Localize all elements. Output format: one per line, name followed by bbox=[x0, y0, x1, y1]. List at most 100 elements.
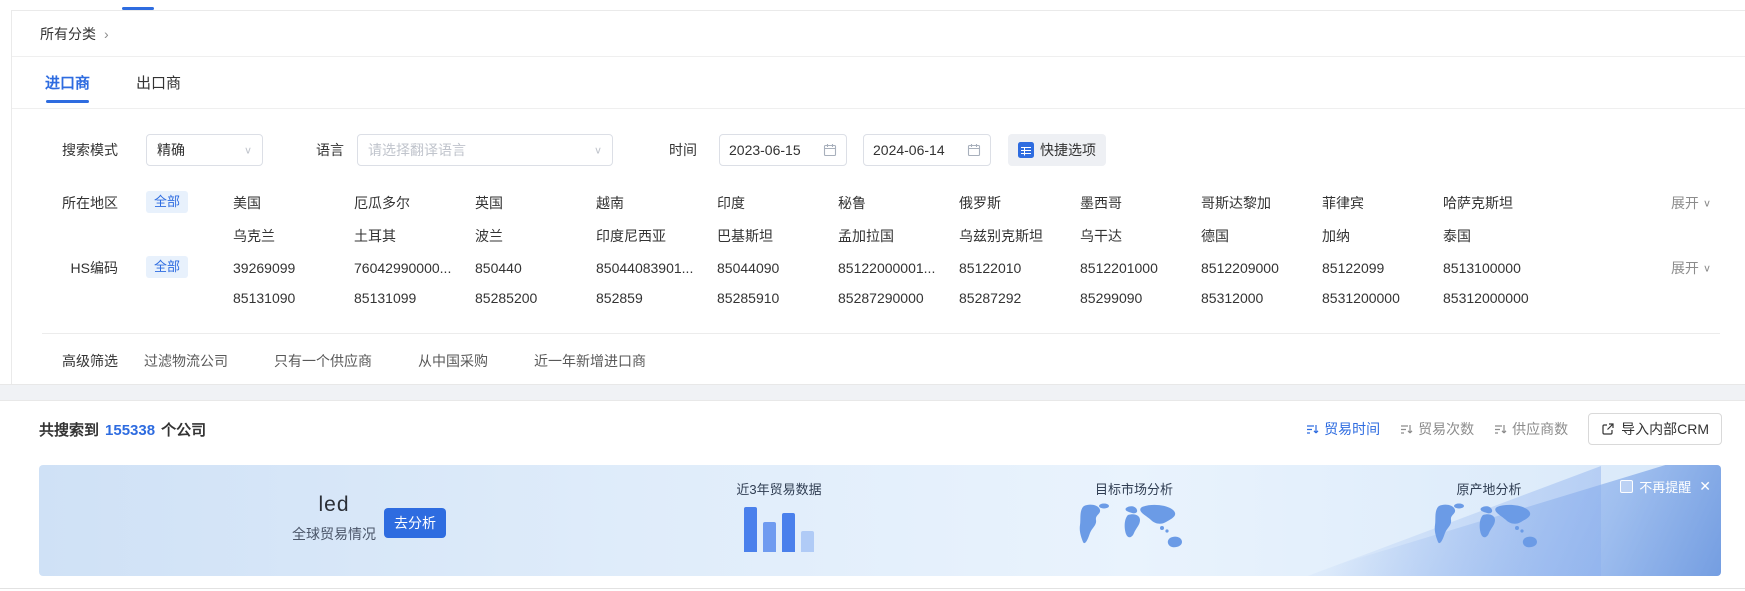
import-crm-button[interactable]: 导入内部CRM bbox=[1588, 413, 1722, 445]
banner-item-target-market-title: 目标市场分析 bbox=[1039, 479, 1229, 498]
region-option[interactable]: 秘鲁 bbox=[838, 193, 959, 213]
top-tab-strip bbox=[0, 0, 1745, 10]
analyze-button[interactable]: 去分析 bbox=[384, 508, 446, 538]
sort-icon bbox=[1306, 423, 1319, 436]
section-gap bbox=[0, 384, 1745, 401]
region-option[interactable]: 加纳 bbox=[1322, 226, 1443, 246]
region-option[interactable]: 印度 bbox=[717, 193, 838, 213]
language-placeholder: 请选择翻译语言 bbox=[368, 140, 466, 160]
region-option[interactable]: 土耳其 bbox=[354, 226, 475, 246]
advanced-filter-row: 高级筛选 过滤物流公司只有一个供应商从中国采购近一年新增进口商 bbox=[12, 347, 1745, 375]
quick-options-button[interactable]: 快捷选项 bbox=[1008, 134, 1106, 166]
import-crm-label: 导入内部CRM bbox=[1621, 419, 1709, 439]
region-all-badge[interactable]: 全部 bbox=[146, 191, 188, 213]
region-option[interactable]: 英国 bbox=[475, 193, 596, 213]
advanced-filter-options: 过滤物流公司 只有一个供应商 从中国采购 近一年新增进口商 bbox=[144, 351, 646, 371]
region-option[interactable]: 乌干达 bbox=[1080, 226, 1201, 246]
sort-trade-time[interactable]: 贸易时间 bbox=[1306, 419, 1380, 439]
hs-code-option[interactable]: 85044090 bbox=[717, 258, 838, 278]
region-option[interactable]: 厄瓜多尔 bbox=[354, 193, 475, 213]
banner-item-origin: 原产地分析 bbox=[1394, 479, 1584, 557]
advanced-filter-option[interactable]: 过滤物流公司 bbox=[144, 351, 228, 371]
hs-code-option[interactable]: 85131090 bbox=[233, 288, 354, 308]
search-mode-label: 搜索模式 bbox=[62, 140, 118, 160]
hs-code-option[interactable]: 85312000000 bbox=[1443, 288, 1564, 308]
hs-code-expand-button[interactable]: 展开 ∨ bbox=[1671, 258, 1711, 278]
region-option[interactable]: 巴基斯坦 bbox=[717, 226, 838, 246]
results-count-number: 155338 bbox=[105, 422, 155, 439]
region-option[interactable]: 俄罗斯 bbox=[959, 193, 1080, 213]
region-expand-button[interactable]: 展开 ∨ bbox=[1671, 193, 1711, 213]
hs-code-option[interactable]: 85299090 bbox=[1080, 288, 1201, 308]
hs-code-option[interactable]: 8512201000 bbox=[1080, 258, 1201, 278]
hs-code-row-1: 3926909976042990000...85044085044083901.… bbox=[233, 258, 1564, 278]
hs-code-option[interactable]: 85122010 bbox=[959, 258, 1080, 278]
hs-code-option[interactable]: 39269099 bbox=[233, 258, 354, 278]
hs-code-option[interactable]: 85122099 bbox=[1322, 258, 1443, 278]
hs-code-option[interactable]: 85287290000 bbox=[838, 288, 959, 308]
advanced-filter-option[interactable]: 从中国采购 bbox=[418, 351, 488, 371]
tab-bar: 进口商 出口商 bbox=[12, 57, 1745, 109]
calendar-icon bbox=[823, 143, 837, 157]
sort-icon bbox=[1400, 423, 1413, 436]
chevron-right-icon: › bbox=[104, 26, 109, 42]
search-mode-value: 精确 bbox=[157, 140, 185, 160]
region-option[interactable]: 乌克兰 bbox=[233, 226, 354, 246]
advanced-filter-option[interactable]: 只有一个供应商 bbox=[274, 351, 372, 371]
hs-code-option[interactable]: 8513100000 bbox=[1443, 258, 1564, 278]
hs-code-option[interactable]: 85131099 bbox=[354, 288, 475, 308]
region-option[interactable]: 乌兹别克斯坦 bbox=[959, 226, 1080, 246]
time-label: 时间 bbox=[669, 140, 697, 160]
search-form-row: 搜索模式 精确 ∨ 语言 请选择翻译语言 ∨ 时间 2023-06-15 202… bbox=[12, 133, 1745, 167]
hs-code-option[interactable]: 85122000001... bbox=[838, 258, 959, 278]
close-icon[interactable]: ✕ bbox=[1699, 478, 1711, 495]
results-toolbar: 贸易时间 贸易次数 供应商数 导入内部CRM bbox=[1306, 413, 1722, 445]
hs-code-option[interactable]: 8512209000 bbox=[1201, 258, 1322, 278]
banner-item-target-market: 目标市场分析 bbox=[1039, 479, 1229, 557]
bottom-divider bbox=[0, 588, 1745, 589]
hs-code-option[interactable]: 85287292 bbox=[959, 288, 1080, 308]
hs-code-option[interactable]: 85285910 bbox=[717, 288, 838, 308]
banner-item-trade-data: 近3年贸易数据 bbox=[679, 479, 879, 552]
banner-item-trade-data-title: 近3年贸易数据 bbox=[679, 479, 879, 498]
region-option[interactable]: 德国 bbox=[1201, 226, 1322, 246]
hs-code-all-badge[interactable]: 全部 bbox=[146, 256, 188, 278]
analysis-banner: led 全球贸易情况 去分析 近3年贸易数据 目标市场分析 bbox=[39, 465, 1721, 576]
banner-item-origin-title: 原产地分析 bbox=[1394, 479, 1584, 498]
panel-divider bbox=[42, 333, 1720, 334]
dont-remind-checkbox[interactable] bbox=[1620, 480, 1633, 493]
region-option[interactable]: 墨西哥 bbox=[1080, 193, 1201, 213]
tab-exporters[interactable]: 出口商 bbox=[136, 57, 181, 108]
region-option[interactable]: 哥斯达黎加 bbox=[1201, 193, 1322, 213]
region-option[interactable]: 泰国 bbox=[1443, 226, 1564, 246]
hs-code-option[interactable]: 850440 bbox=[475, 258, 596, 278]
search-mode-select[interactable]: 精确 ∨ bbox=[146, 134, 263, 166]
hs-code-filter-row: HS编码 全部 3926909976042990000...8504408504… bbox=[12, 258, 1745, 308]
sort-trade-count[interactable]: 贸易次数 bbox=[1400, 419, 1474, 439]
region-option[interactable]: 印度尼西亚 bbox=[596, 226, 717, 246]
sort-icon bbox=[1494, 423, 1507, 436]
hs-code-option[interactable]: 85285200 bbox=[475, 288, 596, 308]
region-filter-row: 所在地区 全部 美国厄瓜多尔英国越南印度秘鲁俄罗斯墨西哥哥斯达黎加菲律宾哈萨克斯… bbox=[12, 193, 1745, 246]
language-select[interactable]: 请选择翻译语言 ∨ bbox=[357, 134, 613, 166]
region-option[interactable]: 孟加拉国 bbox=[838, 226, 959, 246]
hs-code-option[interactable]: 852859 bbox=[596, 288, 717, 308]
hs-code-option[interactable]: 76042990000... bbox=[354, 258, 475, 278]
banner-keyword-group: led 全球贸易情况 bbox=[284, 493, 384, 544]
end-date-input[interactable]: 2024-06-14 bbox=[863, 134, 991, 166]
sort-trade-time-label: 贸易时间 bbox=[1324, 419, 1380, 439]
region-option[interactable]: 菲律宾 bbox=[1322, 193, 1443, 213]
hs-code-option[interactable]: 85312000 bbox=[1201, 288, 1322, 308]
start-date-input[interactable]: 2023-06-15 bbox=[719, 134, 847, 166]
hs-code-option[interactable]: 85044083901... bbox=[596, 258, 717, 278]
region-option[interactable]: 越南 bbox=[596, 193, 717, 213]
region-option[interactable]: 哈萨克斯坦 bbox=[1443, 193, 1564, 213]
breadcrumb-category[interactable]: 所有分类 bbox=[40, 24, 96, 44]
region-option[interactable]: 美国 bbox=[233, 193, 354, 213]
region-option[interactable]: 波兰 bbox=[475, 226, 596, 246]
tab-importers[interactable]: 进口商 bbox=[45, 57, 90, 108]
expand-label: 展开 bbox=[1671, 193, 1699, 213]
hs-code-option[interactable]: 8531200000 bbox=[1322, 288, 1443, 308]
sort-supplier-count[interactable]: 供应商数 bbox=[1494, 419, 1568, 439]
advanced-filter-option[interactable]: 近一年新增进口商 bbox=[534, 351, 646, 371]
